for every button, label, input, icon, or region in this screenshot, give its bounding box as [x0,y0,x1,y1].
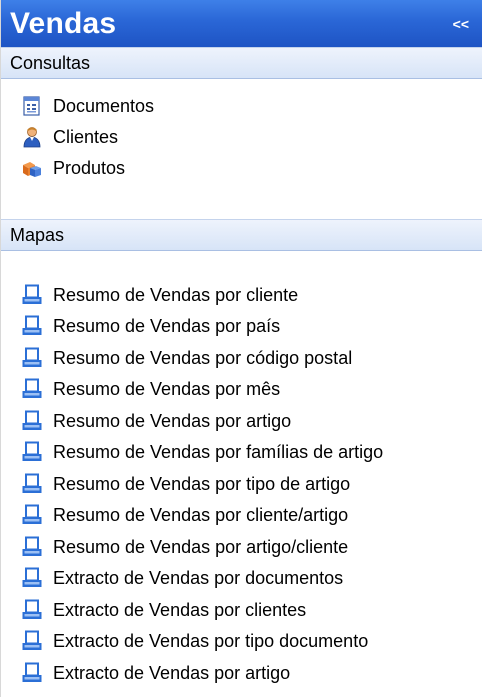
mapas-item[interactable]: Extracto de Vendas por documentos [21,563,482,595]
printer-icon [21,599,43,621]
printer-icon [21,378,43,400]
printer-icon [21,347,43,369]
panel-title: Vendas [10,6,117,40]
section-header-consultas[interactable]: Consultas [1,47,482,79]
mapas-item-label: Extracto de Vendas por documentos [53,568,344,589]
products-icon [21,157,43,179]
consultas-list: Documentos Clientes Produtos [1,79,482,219]
consultas-item-label: Produtos [53,157,126,178]
mapas-item[interactable]: Resumo de Vendas por mês [21,374,482,406]
mapas-item[interactable]: Resumo de Vendas por cliente [21,279,482,311]
mapas-item[interactable]: Extracto de Vendas por clientes [21,594,482,626]
mapas-list: Resumo de Vendas por cliente Resumo de V… [1,251,482,689]
mapas-item-label: Resumo de Vendas por tipo de artigo [53,473,351,494]
printer-icon [21,536,43,558]
mapas-item[interactable]: Extracto de Vendas por artigo [21,657,482,689]
mapas-item-label: Resumo de Vendas por artigo [53,410,292,431]
printer-icon [21,630,43,652]
printer-icon [21,284,43,306]
mapas-item-label: Extracto de Vendas por artigo [53,662,291,683]
mapas-item[interactable]: Resumo de Vendas por artigo/cliente [21,531,482,563]
client-icon [21,126,43,148]
mapas-item-label: Resumo de Vendas por cliente/artigo [53,505,349,526]
mapas-item-label: Resumo de Vendas por cliente [53,284,299,305]
mapas-item[interactable]: Resumo de Vendas por código postal [21,342,482,374]
panel-header: Vendas << [1,0,482,47]
mapas-item-label: Resumo de Vendas por mês [53,379,281,400]
printer-icon [21,473,43,495]
printer-icon [21,567,43,589]
printer-icon [21,315,43,337]
vendas-panel: Vendas << Consultas Documentos Clientes … [0,0,482,697]
section-header-mapas[interactable]: Mapas [1,219,482,251]
consultas-item-produtos[interactable]: Produtos [21,152,482,183]
printer-icon [21,662,43,684]
document-icon [21,95,43,117]
mapas-item[interactable]: Resumo de Vendas por cliente/artigo [21,500,482,532]
mapas-item-label: Extracto de Vendas por tipo documento [53,631,369,652]
mapas-item[interactable]: Resumo de Vendas por país [21,311,482,343]
printer-icon [21,410,43,432]
collapse-button[interactable]: << [453,16,469,32]
mapas-item[interactable]: Resumo de Vendas por famílias de artigo [21,437,482,469]
consultas-item-documentos[interactable]: Documentos [21,90,482,121]
printer-icon [21,441,43,463]
mapas-item-label: Resumo de Vendas por código postal [53,347,353,368]
consultas-item-clientes[interactable]: Clientes [21,121,482,152]
mapas-item-label: Resumo de Vendas por país [53,316,281,337]
consultas-item-label: Clientes [53,126,119,147]
consultas-item-label: Documentos [53,95,155,116]
mapas-item-label: Resumo de Vendas por famílias de artigo [53,442,384,463]
mapas-item-label: Extracto de Vendas por clientes [53,599,307,620]
mapas-item[interactable]: Extracto de Vendas por tipo documento [21,626,482,658]
printer-icon [21,504,43,526]
mapas-item[interactable]: Resumo de Vendas por tipo de artigo [21,468,482,500]
mapas-item-label: Resumo de Vendas por artigo/cliente [53,536,349,557]
mapas-item[interactable]: Resumo de Vendas por artigo [21,405,482,437]
